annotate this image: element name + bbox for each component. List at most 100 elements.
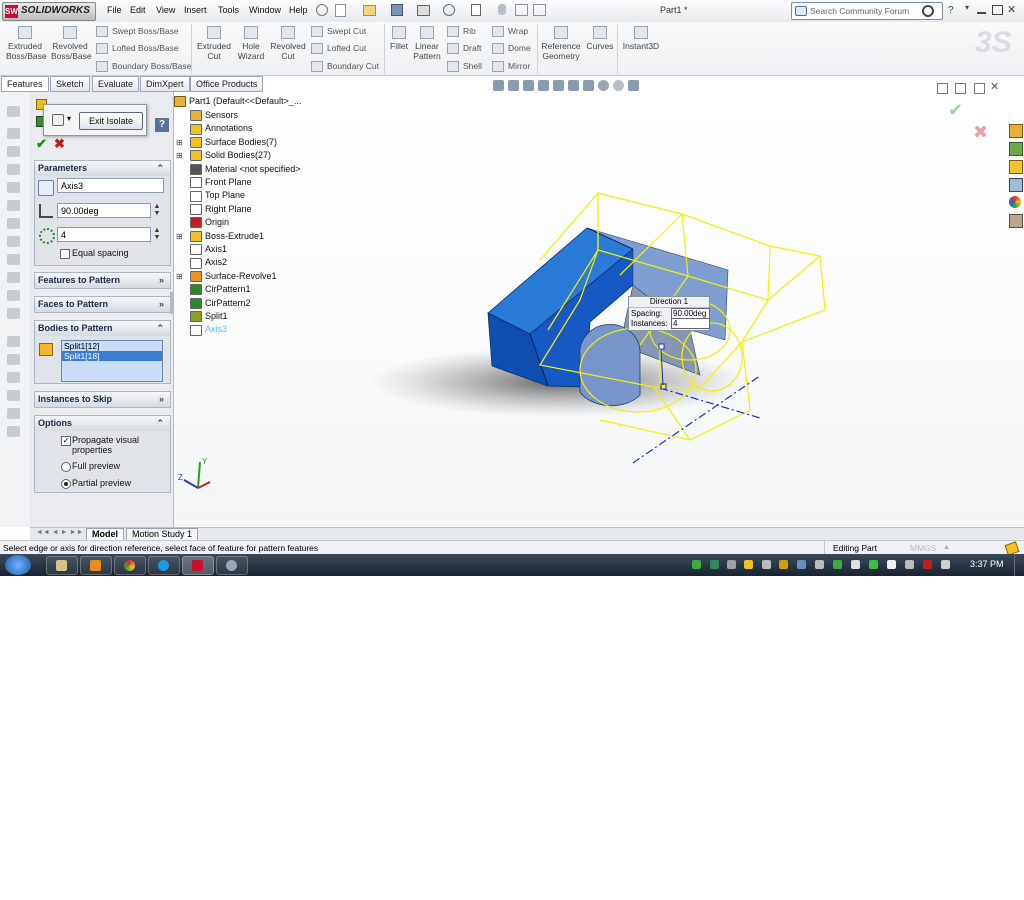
curves-button[interactable]: Curves: [586, 26, 614, 51]
tool-icon[interactable]: [7, 336, 20, 347]
help-icon[interactable]: ?: [948, 5, 954, 16]
tree-item[interactable]: Origin: [190, 217, 229, 229]
faces-to-pattern-header[interactable]: Faces to Pattern »: [35, 297, 170, 312]
tree-item[interactable]: Top Plane: [190, 190, 245, 202]
restore-icon[interactable]: [992, 5, 1003, 15]
swept-cut-button[interactable]: Swept Cut: [311, 26, 366, 38]
tray-icon[interactable]: [744, 560, 753, 569]
tool-icon[interactable]: [7, 426, 20, 437]
edit-appearance-icon[interactable]: [598, 80, 609, 91]
flag-icon[interactable]: [887, 560, 896, 569]
angle-field[interactable]: 90.00deg: [57, 203, 151, 218]
chevron-down-icon[interactable]: ▾: [965, 3, 969, 12]
rib-button[interactable]: Rib: [447, 26, 476, 38]
tree-item[interactable]: ⊞ Surface Bodies(7): [176, 137, 277, 148]
propagate-visual-checkbox[interactable]: ✓: [61, 436, 71, 446]
fillet-button[interactable]: Fillet: [388, 26, 410, 51]
undo-icon[interactable]: [443, 4, 455, 16]
faces-to-pattern-section[interactable]: Faces to Pattern »: [34, 296, 171, 313]
tree-item[interactable]: Material <not specified>: [190, 164, 301, 175]
swept-boss-button[interactable]: Swept Boss/Base: [96, 26, 179, 38]
expand-icon[interactable]: ⊞: [176, 138, 183, 147]
tool-icon[interactable]: [7, 354, 20, 365]
tab-office-products[interactable]: Office Products: [190, 76, 264, 92]
tray-icon[interactable]: [692, 560, 701, 569]
file-properties-icon[interactable]: [515, 4, 528, 16]
menu-window[interactable]: Window: [249, 5, 281, 15]
view-orientation-icon[interactable]: [553, 80, 564, 91]
menu-tools[interactable]: Tools: [218, 5, 239, 15]
tree-item[interactable]: Sensors: [190, 110, 238, 122]
zoom-to-area-icon[interactable]: [508, 80, 519, 91]
direction-callout[interactable]: Direction 1 Spacing: 90.00deg Instances:…: [628, 296, 710, 331]
expand-icon[interactable]: ⊞: [176, 151, 183, 160]
menu-insert[interactable]: Insert: [184, 5, 207, 15]
cancel-x-icon[interactable]: ✖: [54, 136, 65, 152]
security-icon[interactable]: [923, 560, 932, 569]
solidworks-logo[interactable]: SW SOLIDWORKS: [2, 2, 96, 21]
save-icon[interactable]: [391, 4, 403, 16]
tree-item[interactable]: Front Plane: [190, 177, 252, 189]
tab-dimxpert[interactable]: DimXpert: [140, 76, 190, 92]
tool-icon[interactable]: [7, 146, 20, 157]
tray-icon[interactable]: [710, 560, 719, 569]
tree-item[interactable]: Axis3: [190, 324, 227, 336]
new-document-icon[interactable]: [335, 4, 346, 17]
tree-item[interactable]: Split1: [190, 311, 228, 323]
instant3d-button[interactable]: Instant3D: [621, 26, 661, 51]
revolved-boss-button[interactable]: Revolved Boss/Base: [51, 26, 92, 61]
equal-spacing-checkbox[interactable]: [60, 249, 70, 259]
search-icon[interactable]: [922, 5, 934, 17]
tree-item[interactable]: Axis1: [190, 244, 227, 256]
features-to-pattern-header[interactable]: Features to Pattern »: [35, 273, 170, 288]
display-style-icon[interactable]: [52, 114, 64, 126]
tab-evaluate[interactable]: Evaluate: [92, 76, 140, 92]
hide-show-icon[interactable]: [583, 80, 594, 91]
axis-field[interactable]: Axis3: [57, 178, 164, 193]
expand-icon[interactable]: ⊞: [176, 232, 183, 241]
boundary-boss-button[interactable]: Boundary Boss/Base: [96, 61, 191, 73]
display-style-icon[interactable]: [568, 80, 579, 91]
shell-button[interactable]: Shell: [447, 61, 482, 73]
options-header[interactable]: Options ⌃: [35, 416, 170, 431]
dome-button[interactable]: Dome: [492, 43, 531, 55]
instances-to-skip-header[interactable]: Instances to Skip »: [35, 392, 170, 407]
select-icon[interactable]: [471, 4, 481, 16]
reference-geometry-button[interactable]: Reference Geometry: [540, 26, 582, 61]
rebuild-icon[interactable]: [498, 4, 506, 15]
list-item[interactable]: Split1[12]: [62, 341, 162, 351]
volume-icon[interactable]: [941, 560, 950, 569]
view-settings-icon[interactable]: [628, 80, 639, 91]
menu-view[interactable]: View: [156, 5, 175, 15]
print-icon[interactable]: [417, 5, 430, 16]
start-button[interactable]: [5, 555, 31, 575]
tool-icon[interactable]: [7, 128, 20, 139]
tool-icon[interactable]: [7, 200, 20, 211]
list-item-selected[interactable]: Split1[18]: [62, 351, 162, 361]
clock[interactable]: 3:37 PM: [970, 559, 1004, 569]
expand-icon[interactable]: ⊞: [176, 272, 183, 281]
tree-item[interactable]: ⊞ Boss-Extrude1: [176, 231, 264, 242]
mirror-button[interactable]: Mirror: [492, 61, 530, 73]
tab-sketch[interactable]: Sketch: [50, 76, 90, 92]
search-input[interactable]: Search Community Forum: [791, 2, 943, 20]
menu-file[interactable]: File: [107, 5, 122, 15]
extruded-boss-button[interactable]: Extruded Boss/Base: [6, 26, 47, 61]
tree-item[interactable]: Annotations: [190, 123, 253, 135]
tray-icon[interactable]: [762, 560, 771, 569]
tool-icon[interactable]: [7, 272, 20, 283]
tree-item[interactable]: ⊞ Surface-Revolve1: [176, 271, 277, 282]
menu-edit[interactable]: Edit: [130, 5, 146, 15]
tray-icon[interactable]: [833, 560, 842, 569]
apply-scene-icon[interactable]: [613, 80, 624, 91]
show-desktop-button[interactable]: [1014, 554, 1024, 576]
instances-spinner[interactable]: ▲ ▼: [153, 227, 161, 242]
tree-item[interactable]: Right Plane: [190, 204, 252, 215]
tool-icon[interactable]: [7, 408, 20, 419]
tool-icon[interactable]: [7, 390, 20, 401]
taskbar-media-player[interactable]: [80, 556, 112, 575]
pin-icon[interactable]: [316, 4, 328, 16]
extruded-cut-button[interactable]: Extruded Cut: [196, 26, 232, 61]
section-view-icon[interactable]: [538, 80, 549, 91]
tree-item[interactable]: ⊞ Solid Bodies(27): [176, 150, 271, 162]
